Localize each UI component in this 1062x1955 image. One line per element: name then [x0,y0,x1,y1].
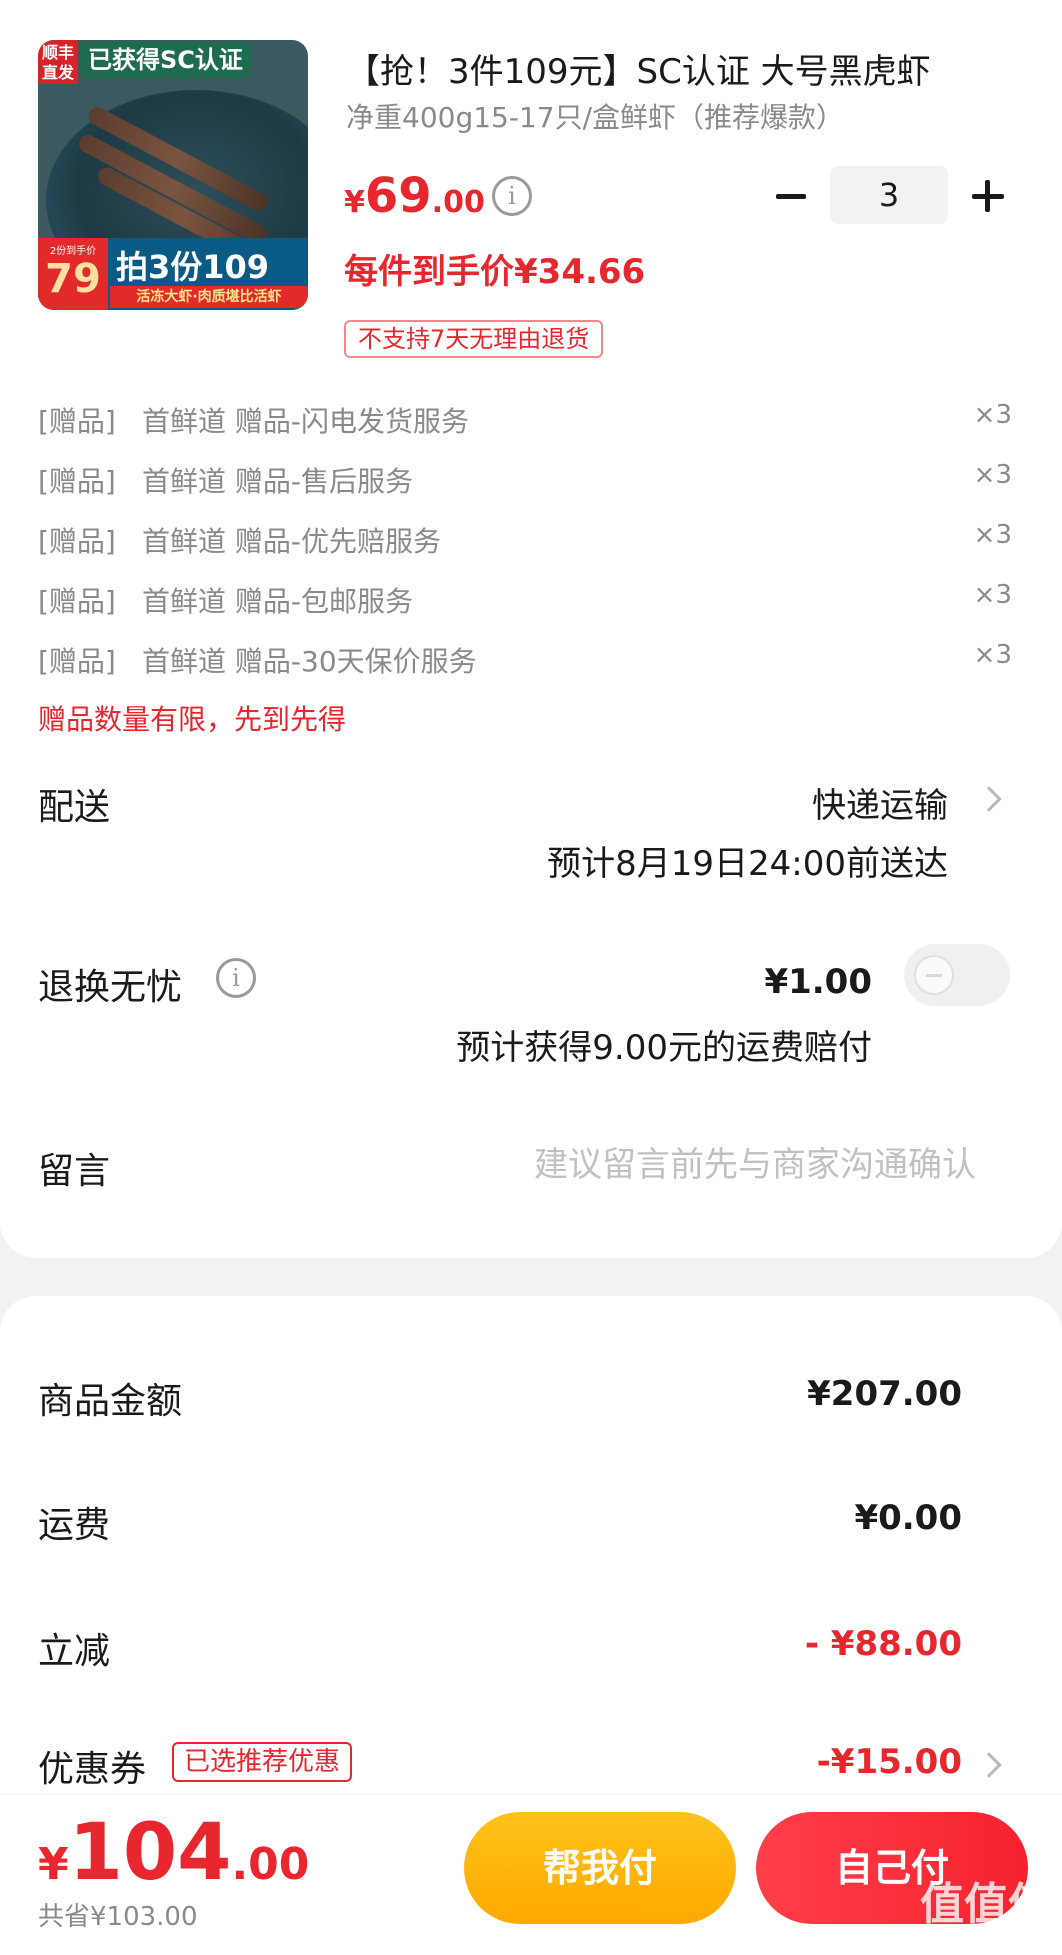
gift-count: ×3 [973,640,1012,670]
message-input[interactable] [420,1140,976,1190]
watermark-url: zhizhizhi.com [927,1924,1048,1940]
shipping-fee-value: ¥0.00 [854,1498,962,1538]
promo-price-block: 2份到手价 79 [38,238,108,310]
sc-cert-tag: 已获得SC认证 [80,42,251,78]
total-saved: 共省¥103.00 [38,1902,198,1932]
goods-amount-label: 商品金额 [38,1381,183,1422]
unit-price: ¥69.00 [344,168,485,224]
total-decimal: .00 [231,1839,310,1890]
gift-item: [赠品] 首鲜道 赠品-闪电发货服务 ×3 [38,400,1012,440]
gift-name: 首鲜道 赠品-售后服务 [142,465,414,498]
promo-sub-text: 活冻大虾·肉质堪比活虾 [110,286,308,308]
coupon-selected-badge[interactable]: 已选推荐优惠 [172,1742,353,1782]
gift-name: 首鲜道 赠品-闪电发货服务 [142,405,470,438]
info-icon[interactable]: i [492,176,532,216]
gift-limit-note: 赠品数量有限，先到先得 [38,703,347,736]
shipping-fee-label: 运费 [38,1505,111,1546]
worry-free-label: 退换无忧 [38,967,183,1008]
toggle-knob [914,955,954,995]
gift-tag: [赠品] [38,585,116,618]
no-return-badge: 不支持7天无理由退货 [344,320,604,358]
gift-name: 首鲜道 赠品-30天保价服务 [142,645,477,678]
promo-main-text: 拍3份109 [116,248,270,286]
gift-item: [赠品] 首鲜道 赠品-优先赔服务 ×3 [38,520,1012,560]
worry-free-price: ¥1.00 [764,962,872,1002]
gift-count: ×3 [973,460,1012,490]
product-title[interactable]: 【抢！3件109元】SC认证 大号黑虎虾 [346,44,1006,93]
discount-value: - ¥88.00 [804,1624,962,1664]
gift-tag: [赠品] [38,465,116,498]
message-label: 留言 [38,1151,111,1192]
gift-count: ×3 [973,520,1012,550]
watermark-logo: 值值值 [920,1879,1052,1930]
quantity-field[interactable]: 3 [830,166,948,224]
gift-item: [赠品] 首鲜道 赠品-售后服务 ×3 [38,460,1012,500]
promo-small-label: 2份到手价 [49,246,97,257]
gift-tag: [赠品] [38,645,116,678]
coupon-label: 优惠券 [38,1749,147,1790]
total-integer: 104 [68,1808,232,1898]
info-icon[interactable]: i [216,958,256,998]
price-integer: 69 [364,168,432,224]
decrease-quantity-button[interactable] [772,176,812,216]
total-currency: ¥ [38,1839,69,1890]
gift-tag: [赠品] [38,525,116,558]
coupon-value[interactable]: -¥15.00 [817,1742,962,1782]
gift-tag: [赠品] [38,405,116,438]
gift-item: [赠品] 首鲜道 赠品-30天保价服务 ×3 [38,640,1012,680]
worry-free-note: 预计获得9.00元的运费赔付 [456,1028,872,1068]
gift-count: ×3 [973,580,1012,610]
shipping-tag: 顺丰直发 [38,40,78,84]
price-decimal: .00 [431,185,485,220]
per-item-price: 每件到手价¥34.66 [344,252,646,292]
worry-free-toggle[interactable] [904,944,1010,1006]
delivery-method[interactable]: 快递运输 [812,778,948,827]
product-spec[interactable]: 净重400g15-17只/盒鲜虾（推荐爆款） [346,96,844,136]
gift-name: 首鲜道 赠品-包邮服务 [142,585,414,618]
increase-quantity-button[interactable] [968,176,1008,216]
gift-count: ×3 [973,400,1012,430]
gift-item: [赠品] 首鲜道 赠品-包邮服务 ×3 [38,580,1012,620]
total-price: ¥104.00 [38,1808,309,1898]
delivery-eta: 预计8月19日24:00前送达 [547,844,948,884]
help-pay-button[interactable]: 帮我付 [464,1812,736,1924]
promo-price: 79 [45,256,101,302]
product-image[interactable]: 顺丰直发 已获得SC认证 2份到手价 79 拍3份109 活冻大虾·肉质堪比活虾 [38,40,308,310]
goods-amount-value: ¥207.00 [807,1374,962,1414]
delivery-label: 配送 [38,787,111,828]
price-currency: ¥ [344,185,365,220]
gift-name: 首鲜道 赠品-优先赔服务 [142,525,442,558]
discount-label: 立减 [38,1631,111,1672]
